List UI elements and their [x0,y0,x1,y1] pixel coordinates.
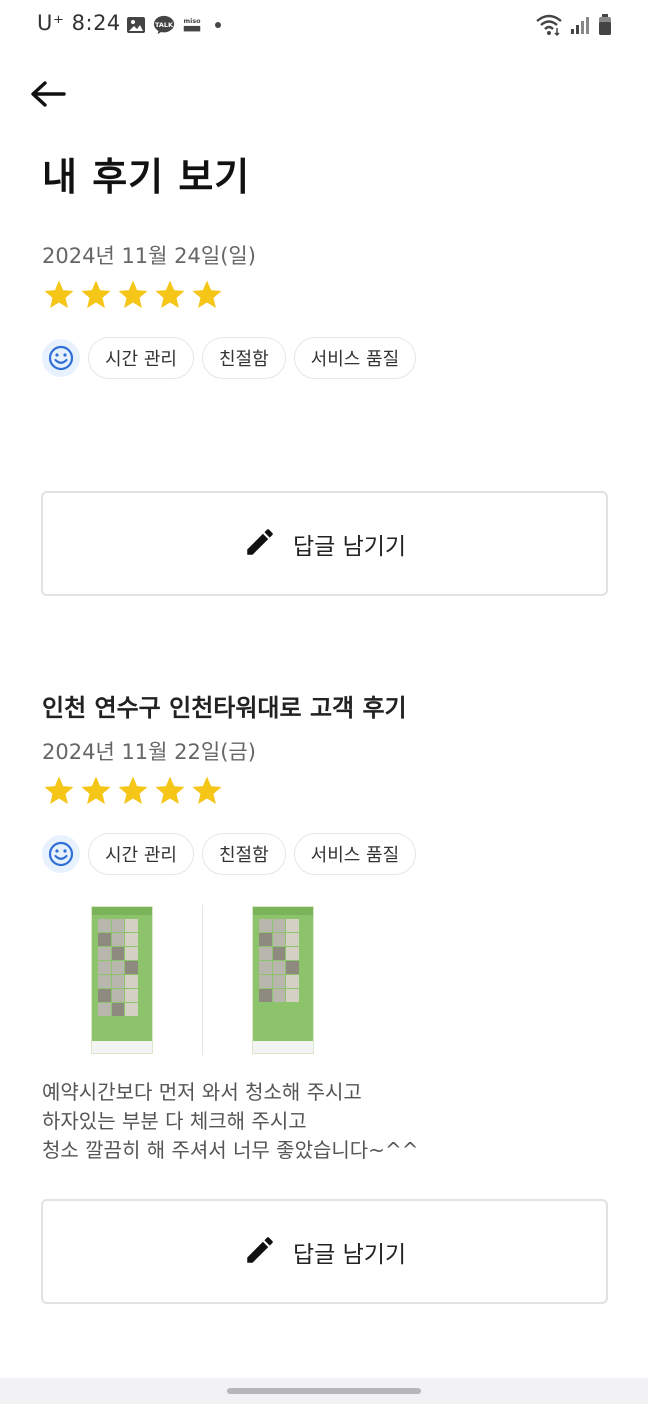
status-left-icons: TALK miso [125,14,221,36]
back-button[interactable] [28,78,68,114]
reply-button-label: 답글 남기기 [292,1241,407,1268]
star-icon [118,280,148,309]
talk-icon: TALK [153,14,175,36]
tag-service-quality: 서비스 품질 [293,337,417,379]
smile-icon [42,339,80,377]
smile-icon [42,835,80,873]
star-icon [192,776,222,805]
review-tags: 시간 관리 친절함 서비스 품질 [42,337,417,379]
page-title: 내 후기 보기 [42,155,251,199]
tag-kindness: 친절함 [201,337,286,379]
miso-partner-icon: miso [181,14,203,36]
star-rating [42,774,224,808]
review-body: 예약시간보다 먼저 와서 청소해 주시고 하자있는 부분 다 체크해 주시고 청… [42,1080,419,1162]
tag-time-management: 시간 관리 [88,337,194,379]
tag-kindness: 친절함 [201,833,286,875]
pencil-icon [243,525,277,563]
gallery-icon [125,14,147,36]
star-icon [81,280,111,309]
system-nav-bar [0,1378,648,1404]
review-date: 2024년 11월 22일(금) [42,740,256,764]
star-icon [118,776,148,805]
star-icon [44,280,74,309]
star-icon [192,280,222,309]
review-photos [42,905,363,1055]
reply-button[interactable]: 답글 남기기 [41,1199,608,1304]
battery-icon [598,14,612,40]
review-title: 인천 연수구 인천타워대로 고객 후기 [42,694,407,722]
review-date: 2024년 11월 24일(일) [42,244,256,268]
arrow-left-icon [30,80,66,112]
notification-dot [215,22,221,28]
reply-button-label: 답글 남기기 [292,533,407,560]
photo-thumbnail [252,906,314,1054]
status-right-icons [536,14,612,40]
star-icon [44,776,74,805]
tag-time-management: 시간 관리 [88,833,194,875]
reply-button[interactable]: 답글 남기기 [41,491,608,596]
tag-service-quality: 서비스 품질 [293,833,417,875]
review-tags: 시간 관리 친절함 서비스 품질 [42,833,417,875]
star-icon [81,776,111,805]
star-icon [155,280,185,309]
star-rating [42,278,224,312]
status-bar: U⁺ 8:24 TALK miso [0,0,648,52]
wifi-icon [536,14,562,40]
star-icon [155,776,185,805]
svg-text:miso: miso [183,17,201,25]
review-list[interactable]: 2024년 11월 24일(일) 시간 관리 친절함 서비스 품질 답글 남기기… [0,212,648,1378]
signal-icon [570,15,590,39]
status-time: U⁺ 8:24 [37,11,121,35]
photo-thumbnail [91,906,153,1054]
review-photo[interactable] [42,905,202,1055]
pencil-icon [243,1233,277,1271]
svg-text:TALK: TALK [155,21,174,29]
review-photo[interactable] [203,905,363,1055]
home-gesture-handle[interactable] [227,1388,421,1394]
